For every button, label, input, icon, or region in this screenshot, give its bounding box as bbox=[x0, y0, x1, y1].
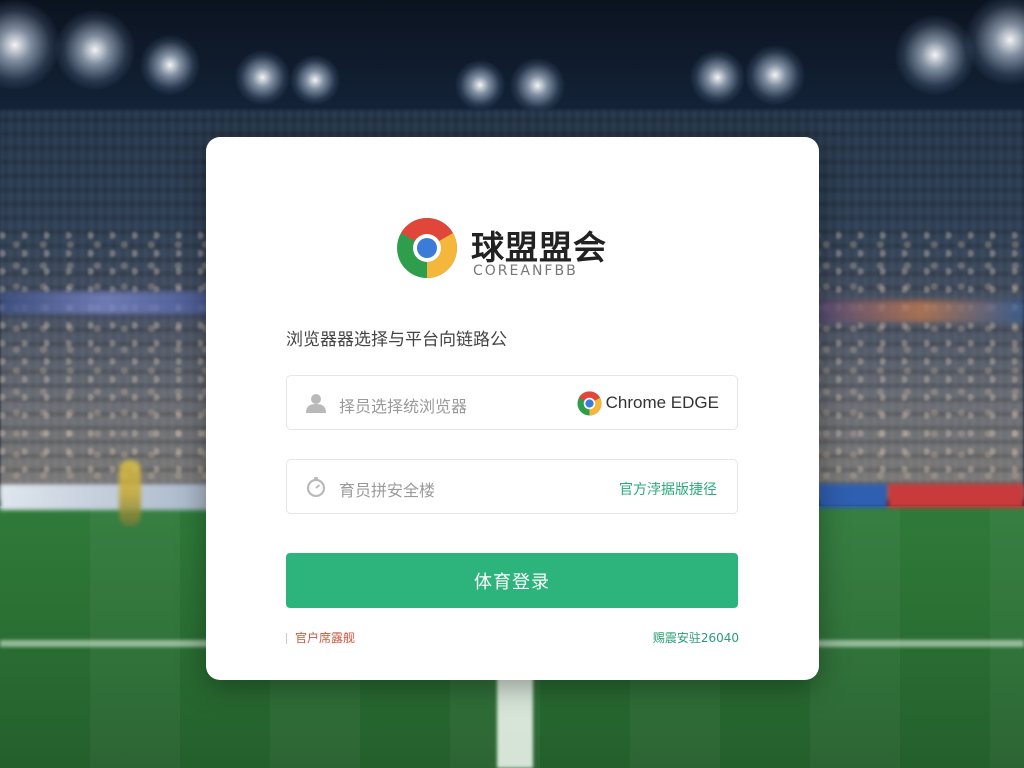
floodlight bbox=[745, 45, 805, 105]
security-code-field[interactable]: 育员拼安全楼 官方浡据版捷径 bbox=[286, 459, 738, 514]
official-shortcut-link[interactable]: 官方浡据版捷径 bbox=[619, 479, 717, 499]
player-silhouette bbox=[119, 460, 141, 526]
floodlight bbox=[140, 35, 200, 95]
login-button[interactable]: 体育登录 bbox=[286, 553, 738, 608]
floodlight bbox=[55, 10, 135, 90]
section-title: 浏览器器选择与平台向链路公 bbox=[286, 330, 507, 350]
browser-select-field[interactable]: 择员选择统浏览器 Chrome EDGE bbox=[286, 375, 738, 430]
advertising-board bbox=[818, 484, 888, 508]
footer-link-left[interactable]: 官户席露舰 bbox=[286, 629, 355, 646]
login-page: 球盟盟会 COREANFBB 浏览器器选择与平台向链路公 择员选择统浏览器 Ch… bbox=[0, 0, 1024, 768]
floodlight bbox=[690, 50, 745, 105]
chrome-icon bbox=[577, 390, 602, 416]
code-field-placeholder: 育员拼安全楼 bbox=[339, 481, 436, 500]
browser-field-placeholder: 择员选择统浏览器 bbox=[339, 397, 468, 416]
floodlight bbox=[235, 50, 290, 105]
clock-icon bbox=[306, 477, 326, 498]
advertising-board bbox=[0, 484, 210, 510]
advertising-board bbox=[888, 484, 1024, 508]
brand-subtitle: COREANFBB bbox=[473, 263, 578, 279]
floodlight bbox=[455, 60, 505, 110]
floodlight bbox=[290, 55, 340, 105]
brand-name: 球盟盟会 bbox=[471, 228, 607, 267]
chrome-logo-icon bbox=[397, 217, 458, 278]
stand-banner bbox=[818, 300, 1024, 322]
floodlight bbox=[510, 58, 565, 113]
browser-badge[interactable]: Chrome EDGE bbox=[577, 390, 719, 416]
login-card: 球盟盟会 COREANFBB 浏览器器选择与平台向链路公 择员选择统浏览器 Ch… bbox=[206, 137, 819, 680]
floodlight bbox=[895, 15, 975, 95]
footer-link-right[interactable]: 赐震安驻26040 bbox=[653, 629, 739, 646]
pitch-line bbox=[497, 670, 533, 768]
stand-banner bbox=[0, 292, 210, 314]
user-icon bbox=[306, 394, 326, 413]
browser-badge-label: Chrome EDGE bbox=[605, 393, 719, 412]
